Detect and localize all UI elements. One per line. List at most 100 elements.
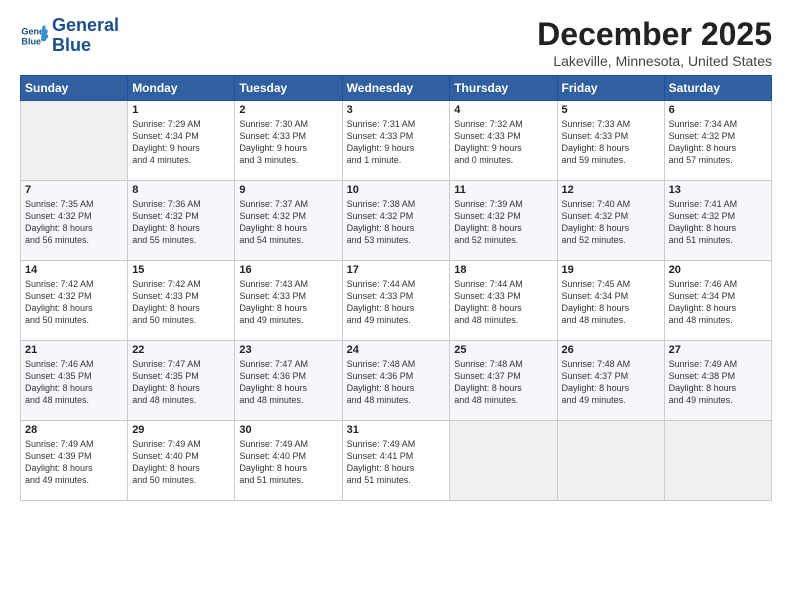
- weekday-header: Tuesday: [235, 76, 342, 101]
- calendar-day-cell: 3 Sunrise: 7:31 AMSunset: 4:33 PMDaylight…: [342, 101, 450, 181]
- calendar-week-row: 14Sunrise: 7:42 AMSunset: 4:32 PMDayligh…: [21, 261, 772, 341]
- day-info: Sunrise: 7:43 AMSunset: 4:33 PMDaylight:…: [239, 278, 337, 327]
- calendar-day-cell: 4 Sunrise: 7:32 AMSunset: 4:33 PMDaylight…: [450, 101, 557, 181]
- calendar-day-cell: 8 Sunrise: 7:36 AMSunset: 4:32 PMDaylight…: [128, 181, 235, 261]
- day-info: Sunrise: 7:44 AMSunset: 4:33 PMDaylight:…: [347, 278, 446, 327]
- logo-text-line2: Blue: [52, 36, 119, 56]
- location: Lakeville, Minnesota, United States: [537, 53, 772, 69]
- calendar-day-cell: [557, 421, 664, 501]
- day-info: Sunrise: 7:31 AMSunset: 4:33 PMDaylight:…: [347, 118, 446, 167]
- logo: General Blue General Blue: [20, 16, 119, 56]
- calendar-day-cell: 18 Sunrise: 7:44 AMSunset: 4:33 PMDayligh…: [450, 261, 557, 341]
- day-number: 6: [669, 104, 767, 116]
- calendar-day-cell: 2Sunrise: 7:30 AMSunset: 4:33 PMDaylight…: [235, 101, 342, 181]
- day-info: Sunrise: 7:44 AMSunset: 4:33 PMDaylight:…: [454, 278, 552, 327]
- day-info: Sunrise: 7:30 AMSunset: 4:33 PMDaylight:…: [239, 118, 337, 167]
- calendar-day-cell: 23Sunrise: 7:47 AMSunset: 4:36 PMDayligh…: [235, 341, 342, 421]
- day-info: Sunrise: 7:33 AMSunset: 4:33 PMDaylight:…: [562, 118, 660, 167]
- day-number: 8: [132, 184, 230, 196]
- calendar-day-cell: [450, 421, 557, 501]
- day-info: Sunrise: 7:42 AMSunset: 4:33 PMDaylight:…: [132, 278, 230, 327]
- day-info: Sunrise: 7:35 AMSunset: 4:32 PMDaylight:…: [25, 198, 123, 247]
- day-info: Sunrise: 7:45 AMSunset: 4:34 PMDaylight:…: [562, 278, 660, 327]
- calendar-week-row: 28Sunrise: 7:49 AMSunset: 4:39 PMDayligh…: [21, 421, 772, 501]
- day-info: Sunrise: 7:34 AMSunset: 4:32 PMDaylight:…: [669, 118, 767, 167]
- calendar-day-cell: 21 Sunrise: 7:46 AMSunset: 4:35 PMDayligh…: [21, 341, 128, 421]
- calendar-day-cell: 1 Sunrise: 7:29 AMSunset: 4:34 PMDaylight…: [128, 101, 235, 181]
- calendar-day-cell: 24Sunrise: 7:48 AMSunset: 4:36 PMDayligh…: [342, 341, 450, 421]
- day-info: Sunrise: 7:48 AMSunset: 4:37 PMDaylight:…: [454, 358, 552, 407]
- calendar-day-cell: 27 Sunrise: 7:49 AMSunset: 4:38 PMDayligh…: [664, 341, 771, 421]
- calendar-week-row: 7 Sunrise: 7:35 AMSunset: 4:32 PMDaylight…: [21, 181, 772, 261]
- day-number: 15: [132, 264, 230, 276]
- calendar-day-cell: 31 Sunrise: 7:49 AMSunset: 4:41 PMDayligh…: [342, 421, 450, 501]
- month-title: December 2025: [537, 16, 772, 53]
- day-info: Sunrise: 7:49 AMSunset: 4:41 PMDaylight:…: [347, 438, 446, 487]
- day-number: 3: [347, 104, 446, 116]
- day-number: 11: [454, 184, 552, 196]
- calendar-day-cell: 28Sunrise: 7:49 AMSunset: 4:39 PMDayligh…: [21, 421, 128, 501]
- calendar-header-row: SundayMondayTuesdayWednesdayThursdayFrid…: [21, 76, 772, 101]
- calendar-day-cell: 29 Sunrise: 7:49 AMSunset: 4:40 PMDayligh…: [128, 421, 235, 501]
- calendar-day-cell: 9Sunrise: 7:37 AMSunset: 4:32 PMDaylight…: [235, 181, 342, 261]
- day-number: 28: [25, 424, 123, 436]
- day-number: 18: [454, 264, 552, 276]
- calendar-day-cell: 15 Sunrise: 7:42 AMSunset: 4:33 PMDayligh…: [128, 261, 235, 341]
- day-number: 5: [562, 104, 660, 116]
- day-number: 10: [347, 184, 446, 196]
- day-number: 31: [347, 424, 446, 436]
- day-number: 24: [347, 344, 446, 356]
- weekday-header: Monday: [128, 76, 235, 101]
- day-number: 29: [132, 424, 230, 436]
- day-info: Sunrise: 7:46 AMSunset: 4:34 PMDaylight:…: [669, 278, 767, 327]
- calendar-table: SundayMondayTuesdayWednesdayThursdayFrid…: [20, 75, 772, 501]
- day-info: Sunrise: 7:47 AMSunset: 4:35 PMDaylight:…: [132, 358, 230, 407]
- calendar-day-cell: 22 Sunrise: 7:47 AMSunset: 4:35 PMDayligh…: [128, 341, 235, 421]
- day-number: 27: [669, 344, 767, 356]
- calendar-day-cell: 14Sunrise: 7:42 AMSunset: 4:32 PMDayligh…: [21, 261, 128, 341]
- day-info: Sunrise: 7:47 AMSunset: 4:36 PMDaylight:…: [239, 358, 337, 407]
- day-number: 21: [25, 344, 123, 356]
- svg-text:Blue: Blue: [21, 36, 41, 46]
- calendar-day-cell: 10 Sunrise: 7:38 AMSunset: 4:32 PMDayligh…: [342, 181, 450, 261]
- day-info: Sunrise: 7:49 AMSunset: 4:40 PMDaylight:…: [132, 438, 230, 487]
- calendar-day-cell: 12 Sunrise: 7:40 AMSunset: 4:32 PMDayligh…: [557, 181, 664, 261]
- day-number: 22: [132, 344, 230, 356]
- day-number: 1: [132, 104, 230, 116]
- day-number: 4: [454, 104, 552, 116]
- day-info: Sunrise: 7:49 AMSunset: 4:38 PMDaylight:…: [669, 358, 767, 407]
- weekday-header: Saturday: [664, 76, 771, 101]
- day-number: 13: [669, 184, 767, 196]
- day-info: Sunrise: 7:41 AMSunset: 4:32 PMDaylight:…: [669, 198, 767, 247]
- calendar-day-cell: 17 Sunrise: 7:44 AMSunset: 4:33 PMDayligh…: [342, 261, 450, 341]
- calendar-day-cell: 5 Sunrise: 7:33 AMSunset: 4:33 PMDaylight…: [557, 101, 664, 181]
- day-number: 20: [669, 264, 767, 276]
- day-number: 9: [239, 184, 337, 196]
- calendar-day-cell: 30Sunrise: 7:49 AMSunset: 4:40 PMDayligh…: [235, 421, 342, 501]
- day-number: 26: [562, 344, 660, 356]
- day-number: 17: [347, 264, 446, 276]
- day-number: 7: [25, 184, 123, 196]
- header: General Blue General Blue December 2025 …: [20, 16, 772, 69]
- day-info: Sunrise: 7:40 AMSunset: 4:32 PMDaylight:…: [562, 198, 660, 247]
- calendar-day-cell: 20 Sunrise: 7:46 AMSunset: 4:34 PMDayligh…: [664, 261, 771, 341]
- calendar-day-cell: 13 Sunrise: 7:41 AMSunset: 4:32 PMDayligh…: [664, 181, 771, 261]
- weekday-header: Wednesday: [342, 76, 450, 101]
- calendar-day-cell: 26 Sunrise: 7:48 AMSunset: 4:37 PMDayligh…: [557, 341, 664, 421]
- calendar-day-cell: 25Sunrise: 7:48 AMSunset: 4:37 PMDayligh…: [450, 341, 557, 421]
- day-info: Sunrise: 7:48 AMSunset: 4:37 PMDaylight:…: [562, 358, 660, 407]
- day-number: 19: [562, 264, 660, 276]
- day-info: Sunrise: 7:38 AMSunset: 4:32 PMDaylight:…: [347, 198, 446, 247]
- day-info: Sunrise: 7:36 AMSunset: 4:32 PMDaylight:…: [132, 198, 230, 247]
- logo-text-line1: General: [52, 16, 119, 36]
- calendar-day-cell: 19 Sunrise: 7:45 AMSunset: 4:34 PMDayligh…: [557, 261, 664, 341]
- day-number: 30: [239, 424, 337, 436]
- weekday-header: Friday: [557, 76, 664, 101]
- calendar-day-cell: 11Sunrise: 7:39 AMSunset: 4:32 PMDayligh…: [450, 181, 557, 261]
- calendar-day-cell: [21, 101, 128, 181]
- day-number: 16: [239, 264, 337, 276]
- day-info: Sunrise: 7:46 AMSunset: 4:35 PMDaylight:…: [25, 358, 123, 407]
- day-number: 12: [562, 184, 660, 196]
- day-info: Sunrise: 7:32 AMSunset: 4:33 PMDaylight:…: [454, 118, 552, 167]
- day-info: Sunrise: 7:29 AMSunset: 4:34 PMDaylight:…: [132, 118, 230, 167]
